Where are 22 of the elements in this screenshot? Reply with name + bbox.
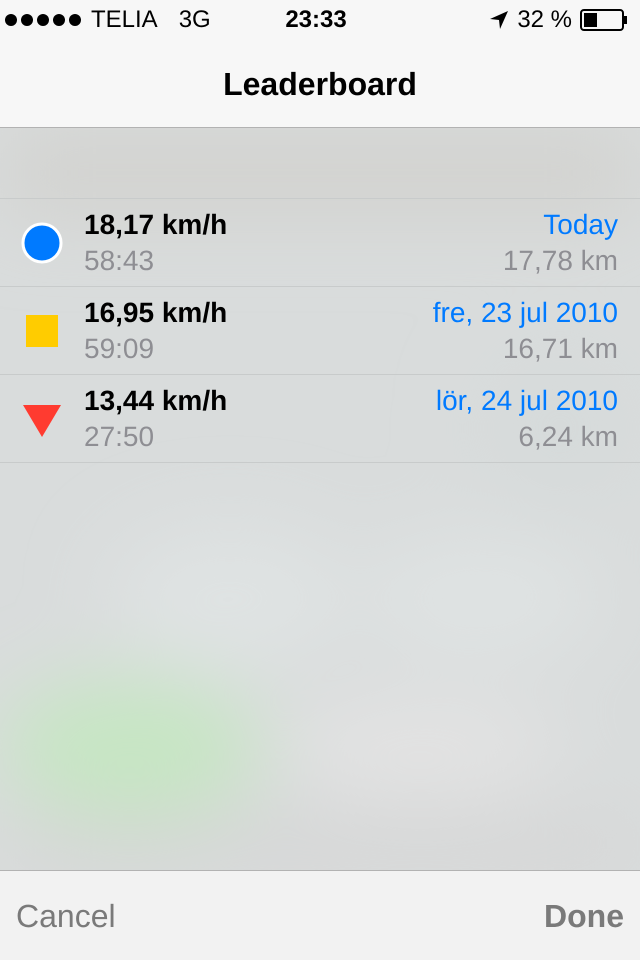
battery-icon (580, 9, 628, 31)
speed-value: 18,17 km/h (84, 208, 228, 242)
date-label: Today (543, 208, 618, 242)
duration-value: 27:50 (84, 420, 156, 454)
duration-value: 58:43 (84, 244, 156, 278)
network-type: 3G (178, 5, 211, 35)
screen-title: Leaderboard (223, 64, 417, 104)
distance-value: 16,71 km (502, 332, 618, 366)
carrier-name: TELIA (91, 5, 158, 35)
speed-value: 13,44 km/h (84, 384, 228, 418)
speed-value: 16,95 km/h (84, 296, 228, 330)
cancel-button[interactable]: Cancel (16, 892, 116, 940)
signal-icon (4, 13, 82, 27)
location-arrow-icon (489, 10, 510, 30)
done-button[interactable]: Done (544, 892, 624, 940)
date-label: fre, 23 jul 2010 (432, 296, 618, 330)
date-label: lör, 24 jul 2010 (436, 384, 618, 418)
distance-value: 6,24 km (518, 420, 618, 454)
battery-percent: 32 % (517, 5, 572, 35)
distance-value: 17,78 km (502, 244, 618, 278)
duration-value: 59:09 (84, 332, 156, 366)
clock: 23:33 (285, 5, 347, 35)
